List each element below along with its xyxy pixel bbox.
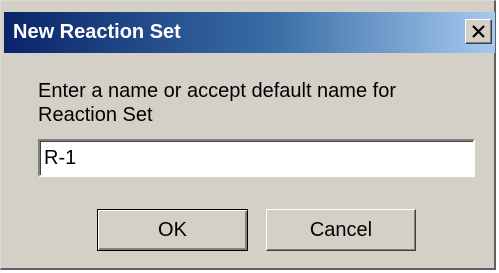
dialog-window: New Reaction Set Enter a name or accept … (0, 0, 496, 270)
prompt-label: Enter a name or accept default name for … (38, 80, 396, 126)
close-icon (472, 25, 485, 38)
title-bar[interactable]: New Reaction Set (4, 12, 495, 53)
reaction-set-name-input[interactable] (38, 139, 475, 177)
ok-button[interactable]: OK (97, 209, 248, 251)
close-button[interactable] (465, 19, 492, 44)
cancel-button[interactable]: Cancel (266, 209, 416, 251)
dialog-title: New Reaction Set (13, 21, 181, 43)
